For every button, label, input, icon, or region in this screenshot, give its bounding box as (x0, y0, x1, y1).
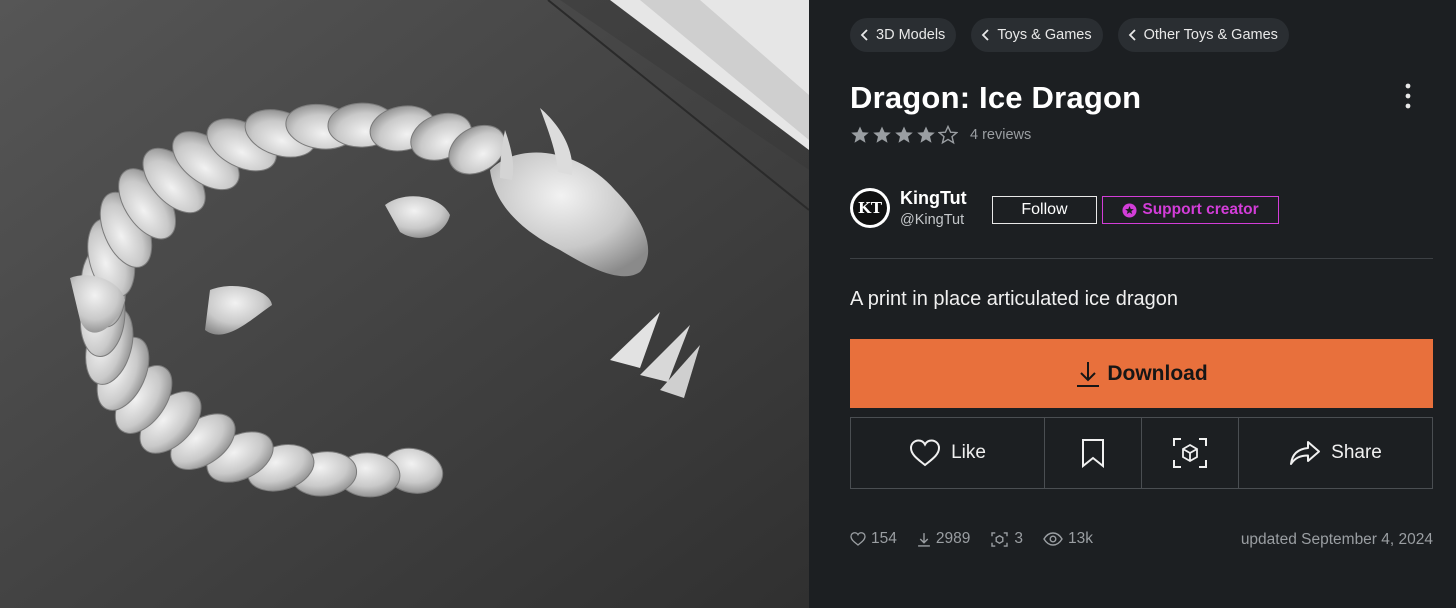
downloads-count: 2989 (935, 530, 971, 547)
model-description: A print in place articulated ice dragon (850, 288, 1178, 310)
downloads-stat: 2989 (917, 530, 970, 548)
like-button[interactable]: Like (851, 418, 1045, 488)
breadcrumb-other-toys-games[interactable]: Other Toys & Games (1117, 18, 1289, 52)
eye-icon (1043, 532, 1063, 546)
action-bar: Like Share (850, 417, 1433, 489)
follow-button[interactable]: Follow (992, 196, 1097, 224)
breadcrumb-3d-models[interactable]: 3D Models (850, 18, 957, 52)
chevron-left-icon (982, 29, 989, 41)
reviews-link[interactable]: 4 reviews (970, 127, 1031, 143)
support-creator-button[interactable]: Support creator (1102, 196, 1279, 224)
views-count: 13k (1067, 530, 1093, 547)
vertical-dots-icon (1405, 83, 1411, 109)
creator-handle: @KingTut (900, 212, 965, 228)
download-arrow-icon (917, 532, 930, 547)
model-info-panel: 3D Models Toys & Games Other Toys & Game… (809, 0, 1456, 608)
ar-cube-icon (991, 531, 1009, 547)
heart-icon (910, 439, 941, 467)
divider (850, 258, 1433, 259)
rating[interactable]: 4 reviews (850, 125, 1031, 145)
chevron-left-icon (1128, 29, 1136, 41)
bookmark-button[interactable] (1045, 418, 1142, 488)
like-label: Like (951, 442, 986, 463)
likes-count: 154 (871, 530, 897, 547)
share-button[interactable]: Share (1239, 418, 1432, 488)
creator-info[interactable]: KT KingTut @KingTut (850, 188, 967, 228)
star-rating (850, 125, 958, 145)
view-in-ar-button[interactable] (1142, 418, 1239, 488)
page-title: Dragon: Ice Dragon (850, 80, 1142, 115)
heart-icon (850, 532, 866, 546)
makes-stat: 3 (990, 530, 1023, 548)
breadcrumb-label: 3D Models (876, 27, 946, 43)
bookmark-icon (1082, 439, 1104, 468)
model-preview-image[interactable] (0, 0, 809, 608)
likes-stat: 154 (850, 530, 897, 548)
avatar-monogram: KT (853, 191, 887, 225)
share-label: Share (1331, 442, 1382, 463)
breadcrumb: 3D Models Toys & Games Other Toys & Game… (850, 18, 1289, 52)
star-icon (938, 125, 958, 145)
model-stats: 154 2989 3 13k (850, 530, 1093, 548)
breadcrumb-label: Other Toys & Games (1143, 27, 1278, 43)
star-icon (917, 126, 935, 143)
star-icon (851, 126, 869, 143)
breadcrumb-label: Toys & Games (997, 27, 1092, 43)
download-arrow-icon (1077, 361, 1100, 387)
updated-date: updated September 4, 2024 (1240, 531, 1433, 548)
more-options-button[interactable] (1393, 80, 1423, 114)
download-label: Download (1107, 361, 1208, 385)
creator-name[interactable]: KingTut (900, 188, 967, 209)
breadcrumb-toys-games[interactable]: Toys & Games (971, 18, 1103, 52)
avatar[interactable]: KT (850, 188, 890, 228)
dragon-render (0, 0, 809, 608)
makes-count: 3 (1014, 530, 1023, 547)
download-button[interactable]: Download (850, 339, 1433, 408)
star-badge-icon (1122, 202, 1137, 218)
share-arrow-icon (1290, 441, 1321, 465)
ar-cube-icon (1173, 438, 1207, 468)
star-icon (873, 126, 891, 143)
star-icon (895, 126, 913, 143)
support-creator-label: Support creator (1142, 201, 1259, 218)
views-stat: 13k (1043, 530, 1093, 548)
chevron-left-icon (860, 29, 868, 41)
